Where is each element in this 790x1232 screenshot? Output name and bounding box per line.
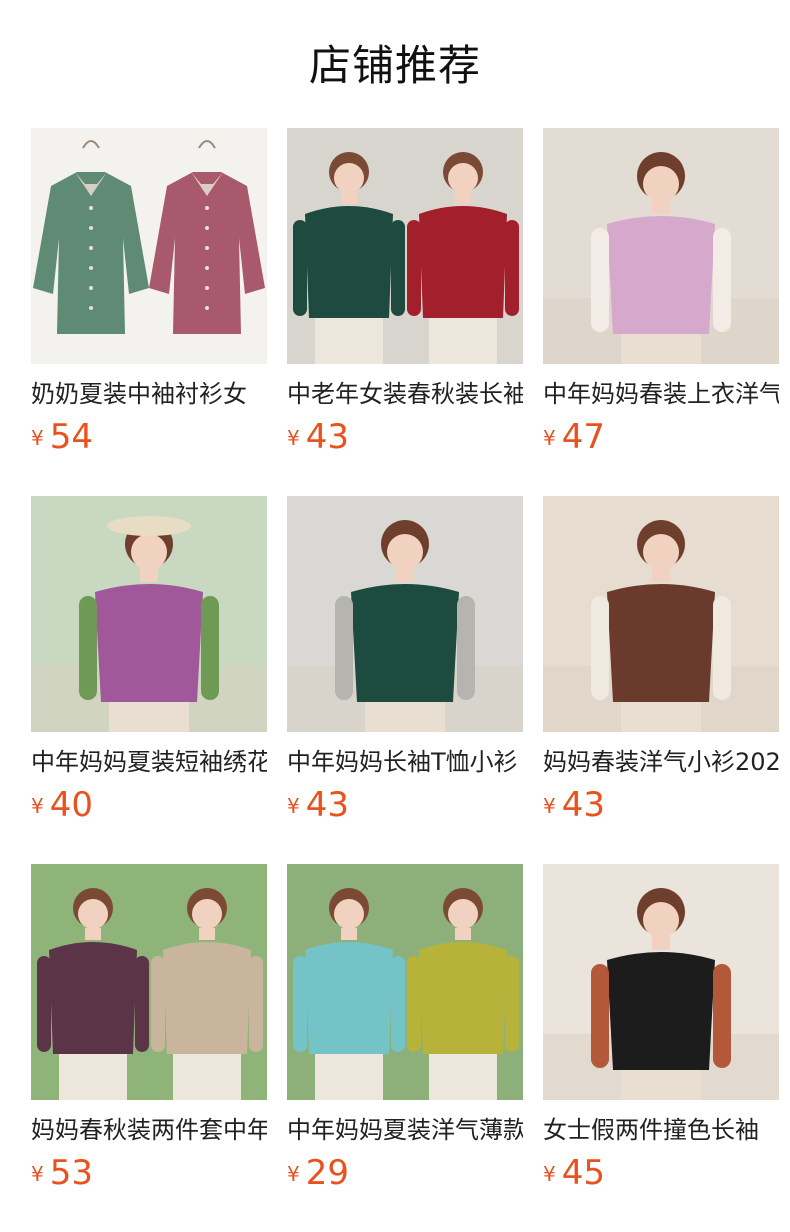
product-name[interactable]: 中年妈妈长袖T恤小衫 [287,746,523,778]
product-price: ¥40 [31,785,267,825]
price-value: 40 [49,785,93,825]
product-name[interactable]: 中年妈妈夏装洋气薄款 [287,1114,523,1146]
product-image[interactable] [287,864,523,1100]
product-card[interactable]: 中年妈妈春装上衣洋气 ¥47 [543,128,779,496]
product-price: ¥43 [543,785,779,825]
product-image[interactable] [543,864,779,1100]
price-value: 29 [305,1153,349,1193]
product-name[interactable]: 妈妈春秋装两件套中年 [31,1114,267,1146]
price-value: 43 [305,785,349,825]
product-price: ¥43 [287,417,523,457]
currency-symbol: ¥ [543,426,556,450]
currency-symbol: ¥ [287,794,300,818]
product-card[interactable]: 妈妈春秋装两件套中年 ¥53 [31,864,267,1232]
currency-symbol: ¥ [31,794,44,818]
product-image[interactable] [31,864,267,1100]
product-card[interactable]: 奶奶夏装中袖衬衫女 ¥54 [31,128,267,496]
product-name[interactable]: 中年妈妈春装上衣洋气 [543,378,779,410]
product-price: ¥54 [31,417,267,457]
product-name[interactable]: 女士假两件撞色长袖 [543,1114,779,1146]
product-image[interactable] [287,128,523,364]
price-value: 43 [305,417,349,457]
page-title: 店铺推荐 [308,41,481,90]
currency-symbol: ¥ [543,1162,556,1186]
product-image[interactable] [287,496,523,732]
product-grid: 奶奶夏装中袖衬衫女 ¥54 中老年女装春秋装长袖 ¥43 中年妈妈春装上衣洋气 ¥47 中年… [31,128,779,1232]
product-card[interactable]: 中年妈妈夏装洋气薄款 ¥29 [287,864,523,1232]
product-name[interactable]: 奶奶夏装中袖衬衫女 [31,378,267,410]
price-value: 54 [49,417,93,457]
product-price: ¥45 [543,1153,779,1193]
price-value: 47 [561,417,605,457]
product-card[interactable]: 女士假两件撞色长袖 ¥45 [543,864,779,1232]
product-card[interactable]: 中年妈妈长袖T恤小衫 ¥43 [287,496,523,864]
product-card[interactable]: 中老年女装春秋装长袖 ¥43 [287,128,523,496]
currency-symbol: ¥ [543,794,556,818]
price-value: 45 [561,1153,605,1193]
product-price: ¥29 [287,1153,523,1193]
product-card[interactable]: 中年妈妈夏装短袖绣花 ¥40 [31,496,267,864]
price-value: 53 [49,1153,93,1193]
product-price: ¥53 [31,1153,267,1193]
product-image[interactable] [31,496,267,732]
currency-symbol: ¥ [287,426,300,450]
product-image[interactable] [543,128,779,364]
product-name[interactable]: 中老年女装春秋装长袖 [287,378,523,410]
store-recommendations-page: 店铺推荐 奶奶夏装中袖衬衫女 ¥54 中老年女装春秋装长袖 ¥43 中年妈妈春装上衣洋气… [0,0,790,1232]
product-name[interactable]: 中年妈妈夏装短袖绣花 [31,746,267,778]
product-image[interactable] [31,128,267,364]
product-card[interactable]: 妈妈春装洋气小衫2024 ¥43 [543,496,779,864]
product-price: ¥43 [287,785,523,825]
product-name[interactable]: 妈妈春装洋气小衫2024 [543,746,779,778]
product-price: ¥47 [543,417,779,457]
currency-symbol: ¥ [31,426,44,450]
product-image[interactable] [543,496,779,732]
currency-symbol: ¥ [287,1162,300,1186]
price-value: 43 [561,785,605,825]
currency-symbol: ¥ [31,1162,44,1186]
